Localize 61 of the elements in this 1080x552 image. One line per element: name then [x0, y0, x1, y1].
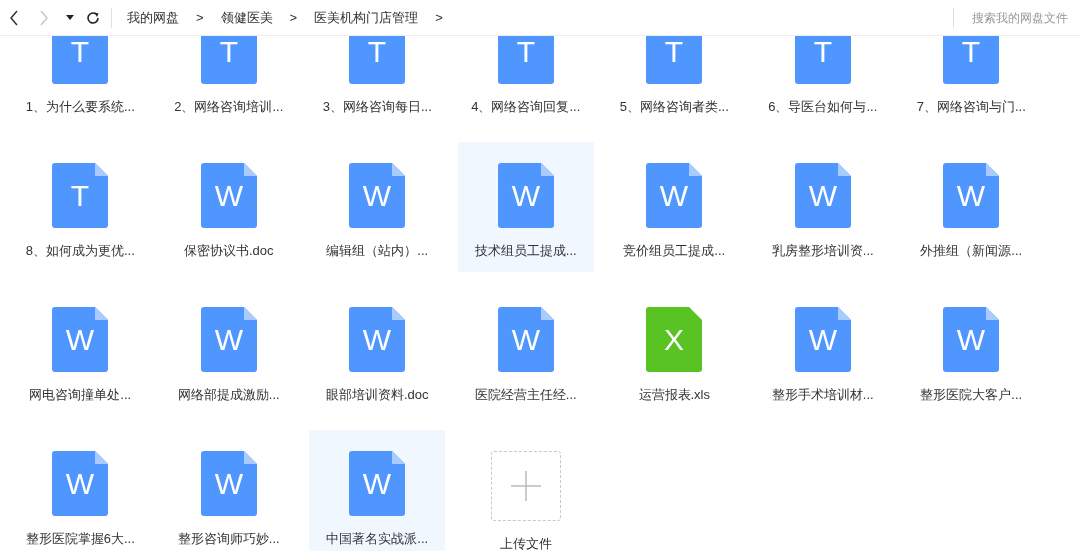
dropdown-caret-icon[interactable] [66, 14, 74, 21]
file-name: 上传文件 [499, 535, 552, 551]
file-name: 网电咨询撞单处... [29, 386, 132, 404]
file-name: 6、导医台如何与... [768, 98, 878, 116]
upload-tile-icon[interactable] [490, 451, 561, 521]
file-name: 整形咨询师巧妙... [177, 530, 280, 548]
file-name: 竞价组员工提成... [623, 242, 726, 260]
file-name: 中国著名实战派... [326, 530, 429, 548]
doc-file-icon: W [200, 163, 257, 228]
file-name: 医院经营主任经... [474, 386, 577, 404]
txt-file-icon: T [497, 36, 554, 84]
file-name: 编辑组（站内）... [326, 242, 429, 260]
file-name: 外推组（新闻源... [920, 242, 1023, 260]
file-name: 运营报表.xls [638, 386, 710, 404]
txt-file-icon: T [646, 36, 703, 84]
txt-file-icon: T [794, 36, 851, 84]
doc-file-icon: W [349, 163, 406, 228]
txt-file-icon: T [349, 36, 406, 84]
doc-file-icon: W [497, 163, 554, 228]
file-name: 整形手术培训材... [771, 386, 874, 404]
file-tile[interactable]: W 技术组员工提成... [457, 142, 594, 272]
breadcrumb-link[interactable]: 领健医美 [220, 7, 273, 28]
breadcrumb-separator: > [196, 8, 204, 27]
doc-file-icon: W [200, 307, 257, 372]
file-name: 技术组员工提成... [474, 242, 577, 260]
breadcrumb-separator: > [435, 8, 443, 27]
doc-file-icon: W [52, 307, 109, 372]
doc-file-icon: W [349, 307, 406, 372]
doc-file-icon: W [943, 307, 1000, 372]
doc-file-icon: W [497, 307, 554, 372]
breadcrumb-link[interactable]: 医美机构门店管理 [314, 7, 419, 28]
doc-file-icon: W [200, 451, 257, 516]
breadcrumb-separator: > [289, 8, 298, 27]
file-tile[interactable]: W 中国著名实战派... [309, 430, 446, 551]
doc-file-icon: W [52, 451, 109, 516]
file-name: 网络部提成激励... [177, 386, 280, 404]
file-name: 3、网络咨询每日... [322, 98, 432, 116]
file-name: 7、网络咨询与门... [916, 98, 1026, 116]
file-name: 乳房整形培训资... [771, 242, 874, 260]
file-name: 眼部培训资料.doc [325, 386, 429, 404]
file-name: 保密协议书.doc [183, 242, 274, 260]
refresh-icon[interactable] [86, 10, 100, 25]
search-field[interactable]: 搜索我的网盘文件 [972, 8, 1076, 27]
txt-file-icon: T [52, 163, 109, 228]
file-name: 5、网络咨询者类... [619, 98, 729, 116]
file-name: 4、网络咨询回复... [471, 98, 581, 116]
file-name: 整形医院大客户... [920, 386, 1023, 404]
file-name: 2、网络咨询培训... [174, 98, 284, 116]
doc-file-icon: W [794, 307, 851, 372]
txt-file-icon: T [200, 36, 257, 84]
file-name: 整形医院掌握6大... [25, 530, 135, 548]
file-name: 1、为什么要系统... [25, 98, 135, 116]
file-name: 8、如何成为更优... [25, 242, 135, 260]
doc-file-icon: W [646, 163, 703, 228]
breadcrumb-link[interactable]: 我的网盘 [127, 7, 179, 28]
doc-file-icon: W [349, 451, 406, 516]
txt-file-icon: T [52, 36, 109, 84]
doc-file-icon: W [943, 163, 1000, 228]
doc-file-icon: W [794, 163, 851, 228]
txt-file-icon: T [943, 36, 1000, 84]
xls-file-icon: X [646, 307, 703, 372]
